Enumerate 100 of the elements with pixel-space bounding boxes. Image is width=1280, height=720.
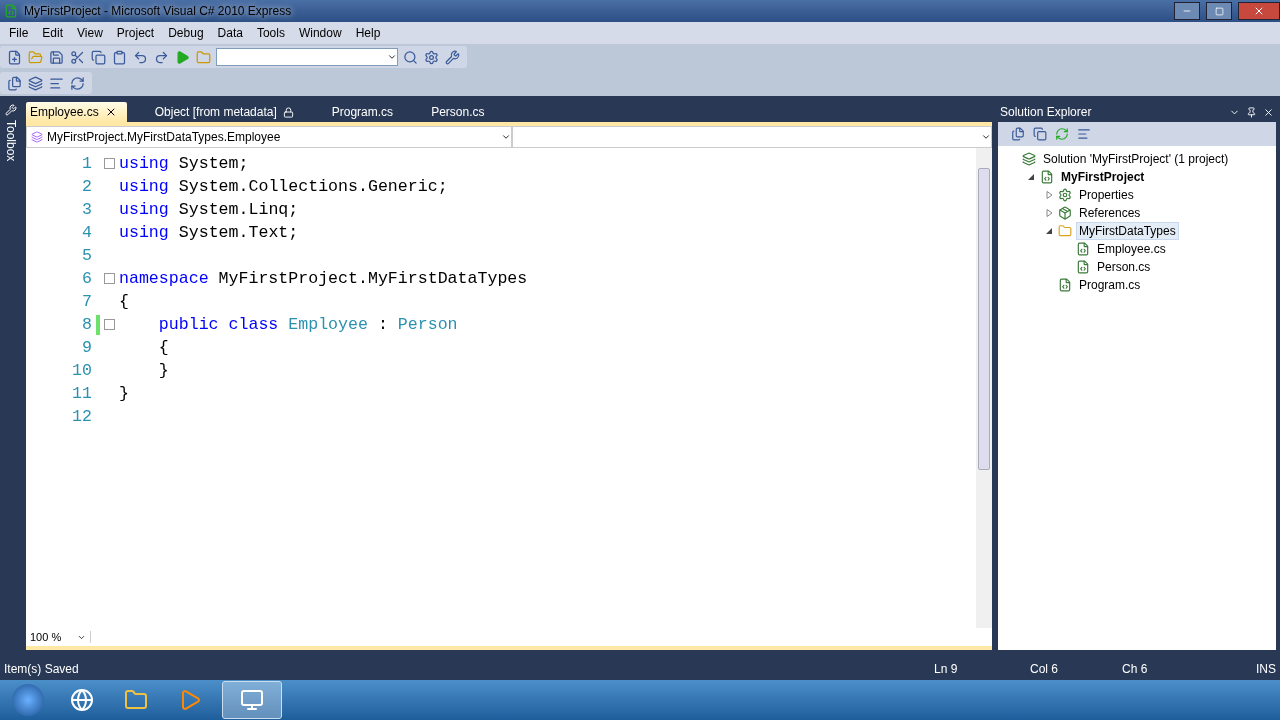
tab-label: Object [from metadata]	[154, 105, 277, 119]
minimize-button[interactable]	[1174, 2, 1200, 20]
code-line: using System;	[119, 154, 249, 173]
tree-item[interactable]: Properties	[1076, 186, 1137, 204]
new-file-icon[interactable]	[6, 48, 23, 66]
line-number: 3	[81, 200, 92, 219]
tab-label: Employee.cs	[30, 105, 99, 119]
caret-icon	[387, 52, 397, 62]
monitor-icon	[240, 688, 264, 712]
toolbox-tab[interactable]: Toolbox	[4, 120, 18, 162]
save-icon[interactable]	[48, 48, 65, 66]
line-number: 12	[71, 407, 92, 426]
collapsed-arrow-icon[interactable]	[1045, 191, 1053, 199]
expanded-arrow-icon[interactable]	[1045, 227, 1053, 235]
find-combo[interactable]	[216, 48, 398, 66]
menu-item[interactable]: Debug	[161, 26, 211, 40]
refresh-icon[interactable]	[69, 74, 86, 92]
maximize-icon	[1214, 6, 1224, 16]
wrench-icon	[5, 104, 17, 116]
code-line: {	[119, 292, 129, 311]
menu-item[interactable]: File	[2, 26, 36, 40]
menu-item[interactable]: Window	[291, 26, 349, 40]
close-button[interactable]	[1238, 2, 1280, 20]
line-indicator: Ln 9	[934, 662, 959, 676]
tree-item[interactable]: Employee.cs	[1094, 240, 1169, 258]
files-icon[interactable]	[6, 74, 23, 92]
pin-icon[interactable]	[1246, 106, 1257, 118]
code-line: }	[157, 361, 169, 380]
line-number: 11	[71, 384, 92, 403]
folder-icon	[124, 688, 148, 712]
menu-item[interactable]: View	[70, 26, 110, 40]
column-indicator: Col 6	[1030, 662, 1059, 676]
code-line: using System.Text;	[119, 223, 299, 242]
tab-label: Person.cs	[431, 105, 485, 119]
code-line: {	[157, 338, 169, 357]
tree-item[interactable]: Solution 'MyFirstProject' (1 project)	[1040, 150, 1232, 168]
tree-item[interactable]: References	[1076, 204, 1144, 222]
code-file-icon	[1076, 260, 1090, 274]
fold-icon[interactable]	[104, 158, 115, 169]
globe-icon	[70, 688, 94, 712]
code-file-icon	[1058, 278, 1072, 292]
code-line: public class Employee : Person	[157, 315, 458, 334]
fold-icon[interactable]	[104, 319, 115, 330]
menu-item[interactable]: Edit	[35, 26, 71, 40]
vertical-scrollbar[interactable]	[976, 148, 992, 628]
code-line: using System.Linq;	[119, 200, 299, 219]
menu-item[interactable]: Help	[348, 26, 388, 40]
line-number: 5	[81, 246, 92, 265]
type-dropdown[interactable]: MyFirstProject.MyFirstDataTypes.Employee	[26, 126, 512, 148]
project-icon	[1040, 170, 1054, 184]
search-icon[interactable]	[402, 48, 419, 66]
status-message: Item(s) Saved	[4, 662, 80, 676]
document-tab[interactable]: Person.cs	[427, 102, 495, 122]
paste-icon[interactable]	[111, 48, 128, 66]
document-tab[interactable]: Program.cs	[327, 102, 404, 122]
document-tab[interactable]: Object [from metadata]	[150, 102, 304, 122]
copy-icon[interactable]	[1032, 126, 1048, 142]
code-line: namespace MyFirstProject.MyFirstDataTypes	[119, 269, 528, 288]
line-number: 9	[81, 338, 92, 357]
line-number: 6	[81, 269, 92, 288]
code-line: using System.Collections.Generic;	[119, 177, 448, 196]
menu-item[interactable]: Tools	[249, 26, 292, 40]
app-icon	[4, 4, 18, 18]
menu-item[interactable]: Project	[109, 26, 162, 40]
line-number: 1	[81, 154, 92, 173]
close-icon[interactable]	[1263, 106, 1274, 118]
tree-item[interactable]: Program.cs	[1076, 276, 1144, 294]
panel-title: Solution Explorer	[1000, 105, 1092, 119]
wrench-icon[interactable]	[444, 48, 461, 66]
caret-icon	[501, 132, 511, 142]
insert-mode-indicator: INS	[1256, 662, 1276, 676]
caret-icon	[981, 132, 991, 142]
line-number: 10	[71, 361, 92, 380]
tree-item[interactable]: Person.cs	[1094, 258, 1154, 276]
menu-item[interactable]: Data	[210, 26, 250, 40]
settings-icon[interactable]	[423, 48, 440, 66]
tree-item[interactable]: MyFirstDataTypes	[1076, 222, 1179, 240]
zoom-dropdown[interactable]: 100 %	[26, 631, 91, 643]
layers-icon[interactable]	[27, 74, 44, 92]
tab-label: Program.cs	[331, 105, 394, 119]
line-number: 7	[81, 292, 92, 311]
code-file-icon	[1076, 242, 1090, 256]
line-number: 2	[81, 177, 92, 196]
fold-icon[interactable]	[104, 273, 115, 284]
line-number: 4	[81, 223, 92, 242]
copy-icon[interactable]	[90, 48, 107, 66]
window-title: MyFirstProject - Microsoft Visual C# 2010 Express	[24, 4, 293, 18]
line-number: 8	[81, 315, 92, 334]
tree-item[interactable]: MyFirstProject	[1058, 168, 1148, 186]
document-tab[interactable]: Employee.cs	[26, 102, 127, 122]
collapsed-arrow-icon[interactable]	[1045, 209, 1053, 217]
maximize-button[interactable]	[1206, 2, 1232, 20]
code-line: }	[119, 384, 129, 403]
cut-icon[interactable]	[69, 48, 86, 66]
folder-icon	[1058, 224, 1072, 238]
char-indicator: Ch 6	[1122, 662, 1149, 676]
expanded-arrow-icon[interactable]	[1027, 173, 1035, 181]
taskbar-button[interactable]	[222, 681, 282, 719]
files-icon[interactable]	[1010, 126, 1026, 142]
close-icon	[1253, 5, 1265, 17]
